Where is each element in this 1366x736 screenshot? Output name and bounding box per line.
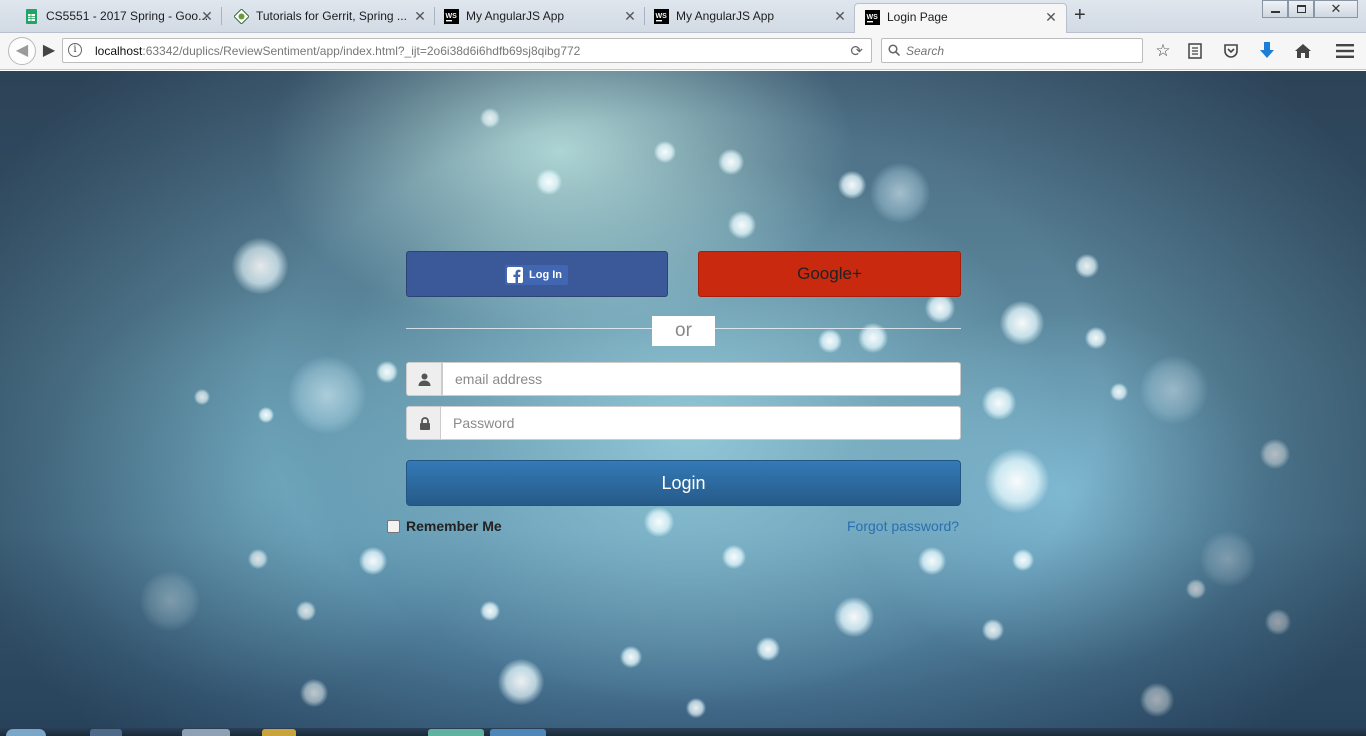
taskbar-item[interactable] [490, 729, 546, 736]
close-tab-icon[interactable]: ✕ [833, 9, 847, 23]
svg-text:WS: WS [867, 14, 879, 21]
bookmark-star-icon[interactable]: ☆ [1153, 41, 1173, 61]
taskbar-item[interactable] [182, 729, 230, 736]
facebook-login-badge: Log In [505, 265, 568, 285]
tab-tutorials[interactable]: Tutorials for Gerrit, Spring ... ✕ [210, 3, 435, 33]
tutorial-icon [234, 9, 249, 24]
google-plus-label: Google+ [797, 264, 862, 283]
taskbar-item[interactable] [262, 729, 296, 736]
webstorm-icon: WS [654, 9, 669, 24]
menu-icon[interactable] [1335, 41, 1355, 61]
tab-angularjs-2[interactable]: WS My AngularJS App ✕ [630, 3, 855, 33]
login-button[interactable]: Login [406, 460, 961, 506]
minimize-window-icon[interactable] [1262, 0, 1288, 18]
search-icon [888, 44, 900, 56]
reload-icon[interactable]: ⟳ [850, 42, 863, 60]
close-tab-icon[interactable]: ✕ [1044, 10, 1058, 24]
back-icon[interactable]: ◀ [8, 37, 36, 65]
new-tab-icon[interactable]: + [1074, 5, 1086, 25]
tab-title: Tutorials for Gerrit, Spring ... [256, 9, 407, 23]
password-addon [406, 406, 441, 440]
taskbar-item[interactable] [90, 729, 122, 736]
facebook-login-label: Log In [529, 269, 562, 281]
tab-title: My AngularJS App [676, 9, 775, 23]
email-addon [406, 362, 442, 396]
facebook-icon [507, 267, 523, 283]
tab-strip: CS5551 - 2017 Spring - Goo... ✕ Tutorial… [0, 0, 1366, 34]
email-input-group [406, 362, 961, 396]
close-window-icon[interactable]: ✕ [1314, 0, 1358, 18]
url-text[interactable]: localhost:63342/duplics/ReviewSentiment/… [95, 44, 580, 58]
tab-login-page[interactable]: WS Login Page ✕ [854, 3, 1067, 34]
home-icon[interactable] [1293, 41, 1313, 61]
email-field[interactable] [442, 362, 961, 396]
login-page: Log In Google+ or Login Remember Me Forg… [0, 71, 1366, 728]
password-field[interactable] [440, 406, 961, 440]
start-button[interactable] [6, 729, 46, 736]
svg-text:WS: WS [446, 13, 458, 20]
remember-me-label[interactable]: Remember Me [406, 518, 502, 534]
google-plus-login-button[interactable]: Google+ [698, 251, 961, 297]
reading-list-icon[interactable] [1185, 41, 1205, 61]
forgot-password-link[interactable]: Forgot password? [847, 518, 959, 534]
downloads-icon[interactable] [1257, 41, 1277, 61]
lock-icon [420, 417, 430, 430]
user-icon [418, 373, 431, 386]
webstorm-icon: WS [444, 9, 459, 24]
sheets-icon [26, 9, 37, 24]
tab-title: Login Page [887, 10, 948, 24]
webstorm-icon: WS [865, 10, 880, 25]
taskbar-item[interactable] [428, 729, 484, 736]
search-input[interactable] [906, 42, 1126, 59]
remember-me-checkbox[interactable] [387, 520, 400, 533]
restore-window-icon[interactable] [1288, 0, 1314, 18]
navigation-toolbar: ◀ ▶ i localhost:63342/duplics/ReviewSent… [0, 33, 1366, 70]
svg-text:WS: WS [656, 13, 668, 20]
tab-angularjs-1[interactable]: WS My AngularJS App ✕ [420, 3, 645, 33]
tab-title: CS5551 - 2017 Spring - Goo... [46, 9, 209, 23]
os-taskbar [0, 728, 1366, 736]
address-bar[interactable]: i localhost:63342/duplics/ReviewSentimen… [62, 38, 872, 63]
tab-cs5551[interactable]: CS5551 - 2017 Spring - Goo... ✕ [0, 3, 222, 33]
login-button-label: Login [661, 473, 706, 493]
pocket-icon[interactable] [1221, 41, 1241, 61]
password-input-group [406, 406, 961, 440]
facebook-login-button[interactable]: Log In [406, 251, 668, 297]
site-info-icon[interactable]: i [68, 43, 82, 57]
search-bar[interactable] [881, 38, 1143, 63]
forward-icon[interactable]: ▶ [38, 40, 60, 62]
or-divider: or [652, 316, 715, 346]
tab-title: My AngularJS App [466, 9, 565, 23]
